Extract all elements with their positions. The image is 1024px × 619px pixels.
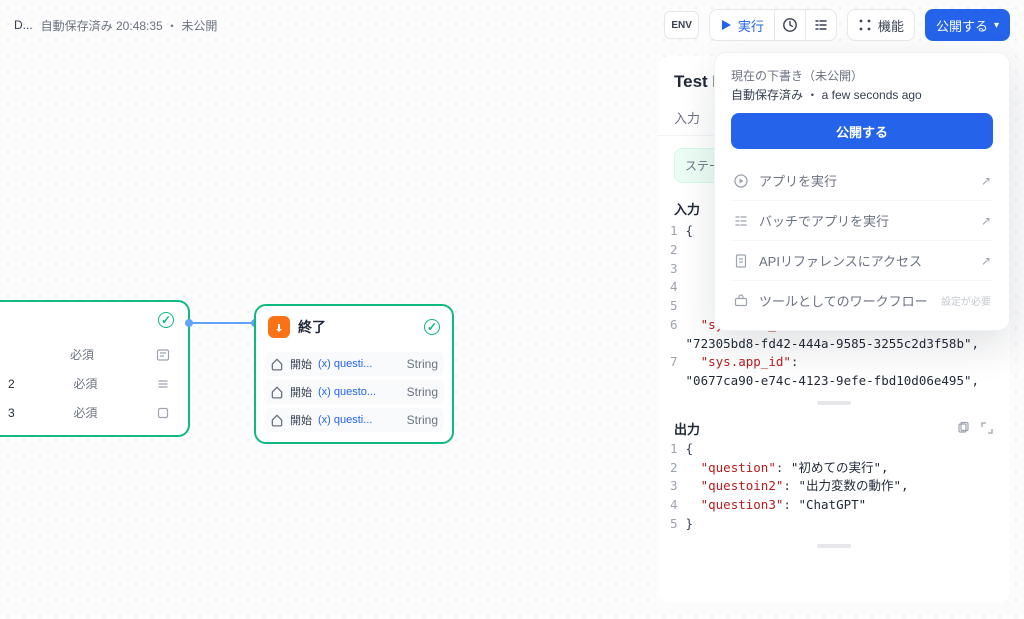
input-var-row[interactable]: 3 必須 — [0, 400, 180, 425]
history-button[interactable] — [774, 9, 806, 41]
sparkle-icon — [858, 18, 872, 32]
top-bar: D... 自動保存済み 20:48:35 ・ 未公開 ENV 実行 機能 公開す… — [0, 0, 1024, 50]
line-gutter: 1234567 — [670, 222, 686, 391]
env-button[interactable]: ENV — [664, 11, 699, 39]
line-gutter: 12345 — [670, 440, 686, 534]
batch-icon — [733, 213, 749, 229]
popover-api-reference[interactable]: APIリファレンスにアクセス ↗ — [731, 240, 993, 280]
output-var-row[interactable]: 開始 (x) questi... String — [264, 408, 444, 432]
arrow-icon: ↗ — [981, 214, 991, 228]
copy-icon[interactable] — [956, 421, 970, 435]
popover-batch-run[interactable]: バッチでアプリを実行 ↗ — [731, 200, 993, 240]
home-icon — [270, 385, 284, 399]
publish-popover: 現在の下書き（未公開） 自動保存済み ・ a few seconds ago 公… — [714, 52, 1010, 331]
output-lines: { "question": "初めての実行", "questoin2": "出力… — [686, 440, 909, 534]
play-icon — [720, 19, 732, 31]
chevron-down-icon: ▾ — [994, 20, 999, 31]
run-button-group: 実行 — [709, 9, 837, 41]
output-var-row[interactable]: 開始 (x) questi... String — [264, 352, 444, 376]
output-code[interactable]: 12345 { "question": "初めての実行", "questoin2… — [658, 440, 1010, 544]
resize-handle[interactable] — [817, 401, 851, 405]
end-node[interactable]: 終了 ✓ 開始 (x) questi... String 開始 (x) ques… — [254, 304, 454, 444]
features-button[interactable]: 機能 — [847, 9, 915, 41]
input-var-row[interactable]: 必須 — [0, 342, 180, 367]
popover-item-note: 設定が必要 — [941, 293, 991, 308]
publish-button[interactable]: 公開する ▾ — [925, 9, 1010, 41]
toolbox-icon — [733, 293, 749, 309]
check-icon: ✓ — [424, 319, 440, 335]
arrow-icon: ↗ — [981, 174, 991, 188]
form-icon — [156, 348, 170, 362]
tab-input[interactable]: 入力 — [674, 100, 700, 135]
node-connector[interactable] — [190, 322, 254, 324]
input-var-row[interactable]: 2 必須 — [0, 371, 180, 396]
popover-workflow-tool[interactable]: ツールとしてのワークフロー 設定が必要 — [731, 280, 993, 320]
start-node[interactable]: ✓ 必須 2 必須 3 必須 — [0, 300, 190, 437]
popover-meta: 自動保存済み ・ a few seconds ago — [731, 86, 993, 103]
expand-icon[interactable] — [980, 421, 994, 435]
box-icon — [156, 406, 170, 420]
arrow-icon: ↗ — [981, 254, 991, 268]
list-icon — [156, 377, 170, 391]
popover-subtitle: 現在の下書き（未公開） — [731, 67, 993, 84]
home-icon — [270, 413, 284, 427]
play-circle-icon — [733, 173, 749, 189]
node-title: 終了 — [298, 317, 326, 337]
popover-publish-button[interactable]: 公開する — [731, 113, 993, 149]
resize-handle[interactable] — [817, 544, 851, 548]
popover-run-app[interactable]: アプリを実行 ↗ — [731, 161, 993, 200]
checklist-button[interactable] — [805, 9, 837, 41]
autosave-status: 自動保存済み 20:48:35 ・ 未公開 — [41, 17, 218, 34]
checklist-icon — [813, 17, 829, 33]
home-icon — [270, 357, 284, 371]
clock-icon — [782, 17, 798, 33]
run-button[interactable]: 実行 — [709, 9, 775, 41]
check-icon: ✓ — [158, 312, 174, 328]
end-icon — [268, 316, 290, 338]
workflow-title: D... — [14, 18, 33, 32]
document-icon — [733, 253, 749, 269]
output-section-title: 出力 — [674, 419, 700, 438]
output-var-row[interactable]: 開始 (x) questo... String — [264, 380, 444, 404]
